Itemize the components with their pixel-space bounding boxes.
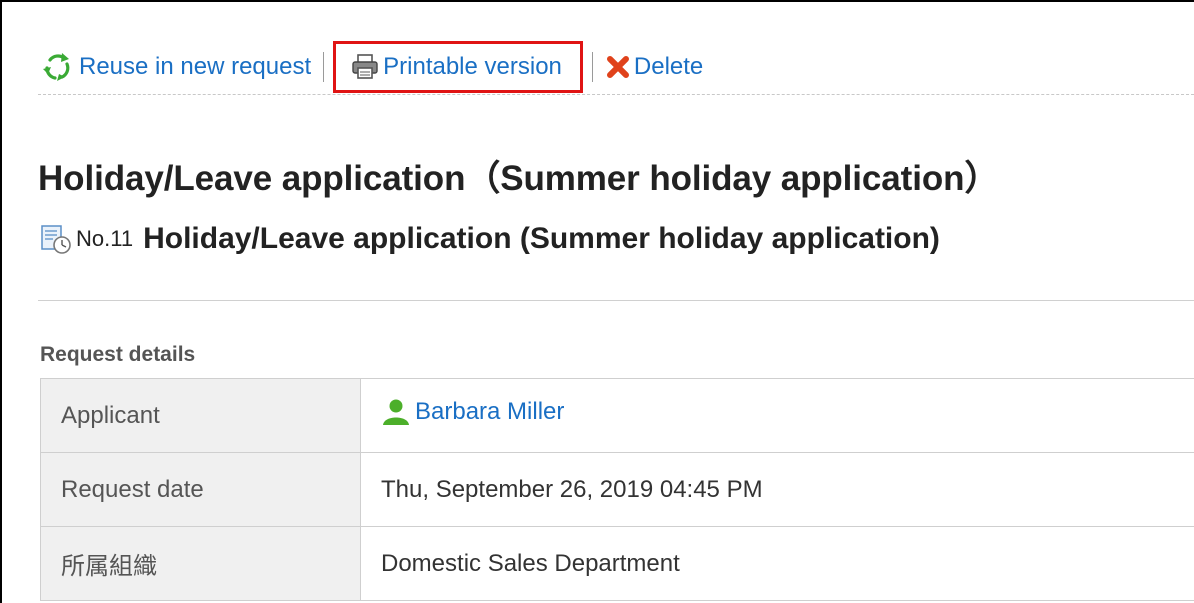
request-date-value: Thu, September 26, 2019 04:45 PM [360,452,1194,527]
table-row: 所属組織 Domestic Sales Department [40,526,1194,601]
applicant-user-link[interactable]: Barbara Miller [381,398,564,426]
printable-label: Printable version [383,53,562,80]
toolbar-separator [591,52,593,82]
request-subtitle: No.11 Holiday/Leave application (Summer … [40,222,940,256]
delete-link[interactable]: Delete [605,53,703,81]
table-row: Request date Thu, September 26, 2019 04:… [40,452,1194,527]
toolbar-separator [323,52,325,82]
page-title: Holiday/Leave application（Summer holiday… [38,159,1000,198]
applicant-value-cell: Barbara Miller [360,378,1194,453]
divider [38,300,1194,301]
organization-label: 所属組織 [40,526,361,601]
delete-x-icon [605,54,631,80]
request-number: No.11 [76,226,134,251]
request-details-table: Applicant Barbara Miller Request date Th… [40,378,1194,601]
delete-label: Delete [633,53,704,80]
request-details-heading: Request details [40,343,196,366]
request-document-icon [40,223,72,255]
request-subtitle-text: Holiday/Leave application (Summer holida… [143,222,940,255]
reuse-in-new-request-link[interactable]: Reuse in new request [38,50,311,84]
printable-highlight-box: Printable version [333,41,583,93]
reuse-label: Reuse in new request [79,53,312,80]
table-row: Applicant Barbara Miller [40,378,1194,453]
organization-value: Domestic Sales Department [360,526,1194,601]
printer-icon [350,53,380,81]
recycle-icon [38,50,76,84]
applicant-name: Barbara Miller [415,398,565,425]
action-toolbar: Reuse in new request Printable version D… [38,40,1194,95]
applicant-label: Applicant [40,378,361,453]
user-icon [381,398,411,426]
printable-version-link[interactable]: Printable version [350,53,562,81]
request-date-label: Request date [40,452,361,527]
